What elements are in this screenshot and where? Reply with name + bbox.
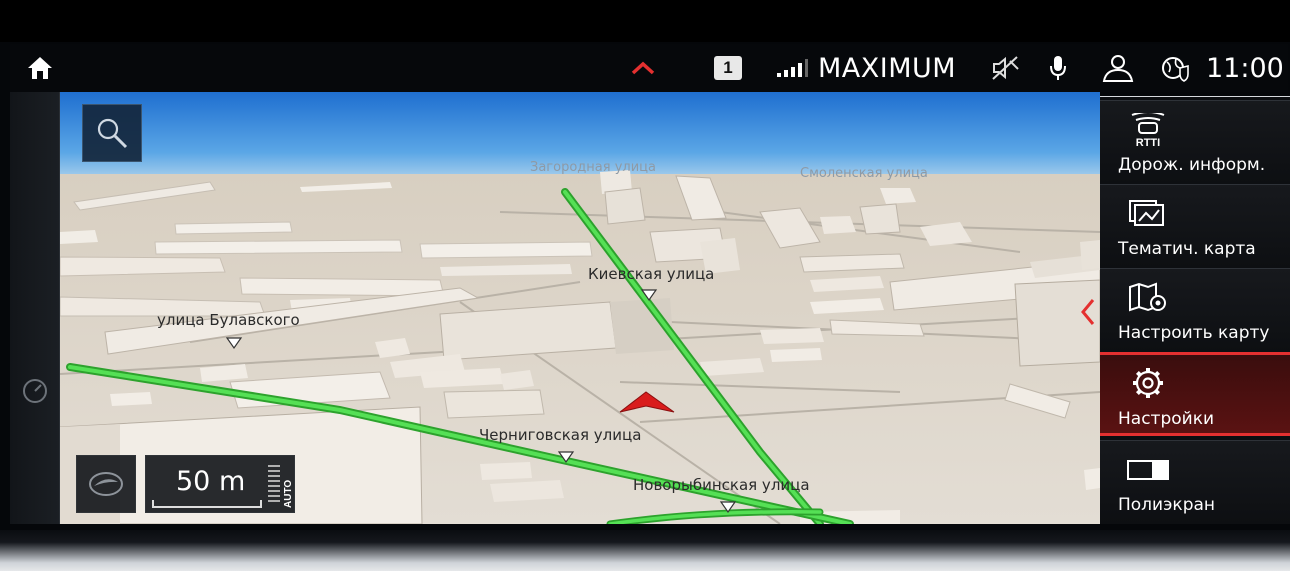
menu-label-thematic-map: Тематич. карта [1118,239,1256,259]
map-search-button[interactable] [82,104,142,162]
home-button[interactable] [20,44,60,92]
home-icon [28,57,52,79]
map-scale[interactable]: 50 m AUTO [145,455,295,513]
clock: 11:00 [1206,52,1284,84]
street-label-smolenskaya: Смоленская улица [800,166,928,181]
mute-button[interactable] [985,44,1025,92]
menu-item-split-screen[interactable]: Полиэкран [1100,440,1290,524]
network-provider: MAXIMUM [818,52,957,84]
menu-item-traffic-info[interactable]: RTTI Дорож. информ. [1100,100,1290,184]
messages-badge[interactable]: 1 [712,44,744,92]
menu-label-settings: Настройки [1118,409,1215,429]
rtti-text: RTTI [1136,137,1160,147]
screen-bezel-bottom [0,530,1290,571]
screen-bezel-top [0,0,1290,42]
magnifier-icon [97,118,128,149]
map-options-menu: RTTI Дорож. информ. Тематич. карта Настр… [1100,97,1290,524]
globe-icon [1162,57,1189,82]
menu-label-split-screen: Полиэкран [1118,495,1216,515]
user-icon [1102,55,1134,82]
signal-icon [777,59,808,77]
left-rail [10,92,60,524]
menu-label-map-settings: Настроить карту [1118,323,1270,343]
scale-bar [152,500,262,508]
menu-item-thematic-map[interactable]: Тематич. карта [1100,184,1290,268]
map-settings-icon [1129,282,1166,312]
signal-strength [770,44,814,92]
street-label-kievskaya: Киевская улица [588,265,715,283]
split-screen-icon [1127,460,1169,480]
chevron-up-icon [631,61,655,75]
settings-gear-icon [1133,368,1163,398]
scale-value: 50 m [176,466,246,497]
user-profile-button[interactable] [1096,44,1140,92]
mute-icon [992,56,1019,80]
compass-icon [89,472,123,496]
menu-item-settings[interactable]: Настройки [1100,352,1290,436]
menu-label-traffic-info: Дорож. информ. [1118,155,1266,175]
chevron-left-icon[interactable] [1078,297,1098,327]
street-label-faded: Загородная улица [530,160,656,175]
expand-panel-button[interactable] [625,44,661,92]
street-label-chernigovskaya: Черниговская улица [479,426,642,444]
thematic-map-icon [1129,200,1164,226]
online-services-button[interactable] [1156,44,1196,92]
street-label-bulavskogo: улица Булавского [157,311,300,329]
voice-button[interactable] [1040,44,1076,92]
rail-handle-icon[interactable] [20,376,50,406]
messages-count: 1 [714,56,742,80]
street-label-novorybinskaya: Новорыбинская улица [633,476,810,494]
microphone-icon [1050,56,1066,80]
auto-zoom-label: AUTO [283,479,294,508]
traffic-info-icon: RTTI [1131,113,1165,147]
status-bar: 1 MAXIMUM 11:00 [10,44,1288,92]
map-orientation-button[interactable] [76,455,136,513]
zoom-level-slider[interactable] [264,462,284,508]
menu-item-map-settings[interactable]: Настроить карту [1100,268,1290,352]
navigation-map[interactable]: Загородная улица Смоленская улица Киевск… [60,92,1100,524]
